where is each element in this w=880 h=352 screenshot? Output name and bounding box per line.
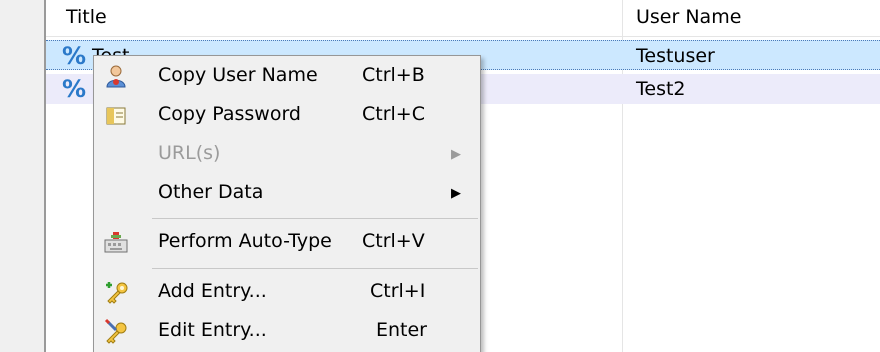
menu-shortcut: Ctrl+B xyxy=(362,64,425,86)
list-header: Title User Name xyxy=(46,0,880,37)
menu-separator xyxy=(152,268,478,269)
user-icon xyxy=(106,65,126,88)
context-menu: Copy User Name Ctrl+B Copy Password Ctrl… xyxy=(93,55,481,352)
menu-label: URL(s) xyxy=(158,142,221,164)
add-key-icon xyxy=(106,282,128,304)
percent-key-icon: % xyxy=(62,42,87,70)
menu-label: Copy User Name xyxy=(158,64,318,86)
submenu-arrow-icon: ▶ xyxy=(451,186,461,201)
keyboard-icon xyxy=(104,232,128,253)
menu-shortcut: Ctrl+C xyxy=(362,103,425,125)
menu-shortcut: Ctrl+V xyxy=(362,230,425,252)
menu-item-other-data[interactable]: Other Data ▶ xyxy=(94,175,480,213)
column-header-title[interactable]: Title xyxy=(66,6,107,28)
window-gutter xyxy=(0,0,44,352)
menu-item-copy-user-name[interactable]: Copy User Name Ctrl+B xyxy=(94,58,480,96)
cell-user-name: Testuser xyxy=(636,45,715,67)
menu-label: Perform Auto-Type xyxy=(158,230,332,252)
submenu-arrow-icon: ▶ xyxy=(451,147,461,162)
menu-label: Other Data xyxy=(158,181,264,203)
app-window: Title User Name % Test Testuser % Test2 … xyxy=(0,0,880,352)
menu-item-perform-auto-type[interactable]: Perform Auto-Type Ctrl+V xyxy=(94,224,480,262)
edit-key-icon xyxy=(104,318,127,344)
menu-label: Add Entry... xyxy=(158,280,267,302)
menu-shortcut: Ctrl+I xyxy=(370,280,426,302)
menu-item-urls[interactable]: URL(s) ▶ xyxy=(94,136,480,174)
menu-separator xyxy=(152,218,478,219)
column-header-user-name[interactable]: User Name xyxy=(636,6,741,28)
menu-item-copy-password[interactable]: Copy Password Ctrl+C xyxy=(94,97,480,135)
cell-user-name: Test2 xyxy=(636,78,686,100)
key-icon xyxy=(106,107,126,125)
menu-shortcut: Enter xyxy=(376,319,427,341)
menu-label: Edit Entry... xyxy=(158,319,267,341)
menu-item-edit-entry[interactable]: Edit Entry... Enter xyxy=(94,313,480,351)
percent-key-icon: % xyxy=(62,75,87,103)
menu-label: Copy Password xyxy=(158,103,301,125)
menu-item-add-entry[interactable]: Add Entry... Ctrl+I xyxy=(94,274,480,312)
